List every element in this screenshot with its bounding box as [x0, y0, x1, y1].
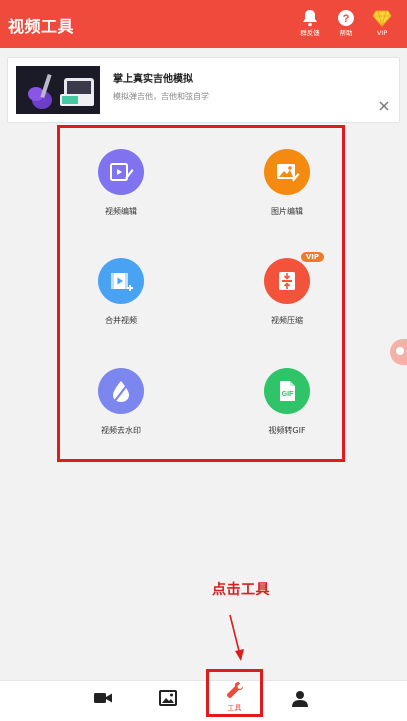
wrench-icon [226, 682, 243, 699]
tool-label: 视频压缩 [271, 316, 303, 325]
tool-label: 视频去水印 [101, 426, 141, 435]
floating-side-button[interactable] [390, 339, 407, 365]
annotation-arrow-icon [229, 614, 244, 661]
vip-badge: VIP [300, 252, 324, 262]
video-to-gif-icon: GIF [264, 368, 310, 414]
tools-grid: 视频编辑 图片编辑 合并视频 VIP 视频压缩 视频去水印 GIF 视频转GIF [57, 125, 345, 462]
ad-title: 掌上真实吉他模拟 [113, 74, 193, 85]
feedback-label: 群反馈 [300, 29, 320, 37]
video-merge-icon [98, 258, 144, 304]
video-edit-icon [98, 149, 144, 195]
video-compress-icon: VIP [264, 252, 324, 304]
tutorial-annotation: 点击工具 [212, 582, 270, 598]
bottom-navigation [0, 680, 407, 721]
feedback-button[interactable]: 群反馈 [290, 9, 330, 37]
remove-watermark-icon [98, 368, 144, 414]
guitar-app-image [16, 66, 100, 114]
nav-item-video[interactable] [82, 681, 122, 721]
tool-image-edit[interactable]: 图片编辑 [242, 149, 332, 217]
svg-text:GIF: GIF [282, 391, 294, 398]
ad-thumbnail [16, 66, 100, 114]
tool-label: 视频编辑 [105, 207, 137, 216]
nav-item-profile[interactable] [280, 681, 320, 721]
close-icon[interactable] [378, 100, 390, 112]
tool-label: 图片编辑 [271, 207, 303, 216]
vip-label: VIP [376, 29, 388, 37]
video-camera-icon [94, 693, 112, 703]
tool-video-edit[interactable]: 视频编辑 [76, 149, 166, 217]
help-label: 帮助 [339, 29, 353, 37]
nav-item-image[interactable] [148, 681, 188, 721]
help-icon: ? [338, 10, 354, 26]
top-bar: 视频工具 群反馈 ? 帮助 VIP [0, 0, 407, 48]
tool-video-merge[interactable]: 合并视频 [76, 258, 166, 326]
tool-video-to-gif[interactable]: GIF 视频转GIF [242, 368, 332, 436]
tool-remove-watermark[interactable]: 视频去水印 [76, 368, 166, 436]
nav-label-tools: 工具 [227, 704, 242, 712]
person-icon [292, 691, 308, 707]
page-title: 视频工具 [8, 17, 75, 36]
svg-text:?: ? [343, 13, 350, 25]
image-icon [159, 690, 177, 706]
image-edit-icon [264, 149, 310, 195]
bell-icon [303, 10, 317, 27]
vip-button[interactable]: VIP [362, 9, 402, 37]
tool-video-compress[interactable]: VIP 视频压缩 [242, 252, 332, 326]
vip-diamond-icon [372, 10, 392, 27]
help-button[interactable]: ? 帮助 [326, 9, 366, 37]
ad-description: 模拟弹吉他，吉他和弦自学 [113, 92, 209, 101]
ad-banner[interactable]: 掌上真实吉他模拟 模拟弹吉他，吉他和弦自学 [7, 57, 400, 123]
tool-label: 视频转GIF [268, 426, 306, 435]
nav-item-tools[interactable]: 工具 [206, 669, 263, 717]
tool-label: 合并视频 [105, 316, 137, 325]
